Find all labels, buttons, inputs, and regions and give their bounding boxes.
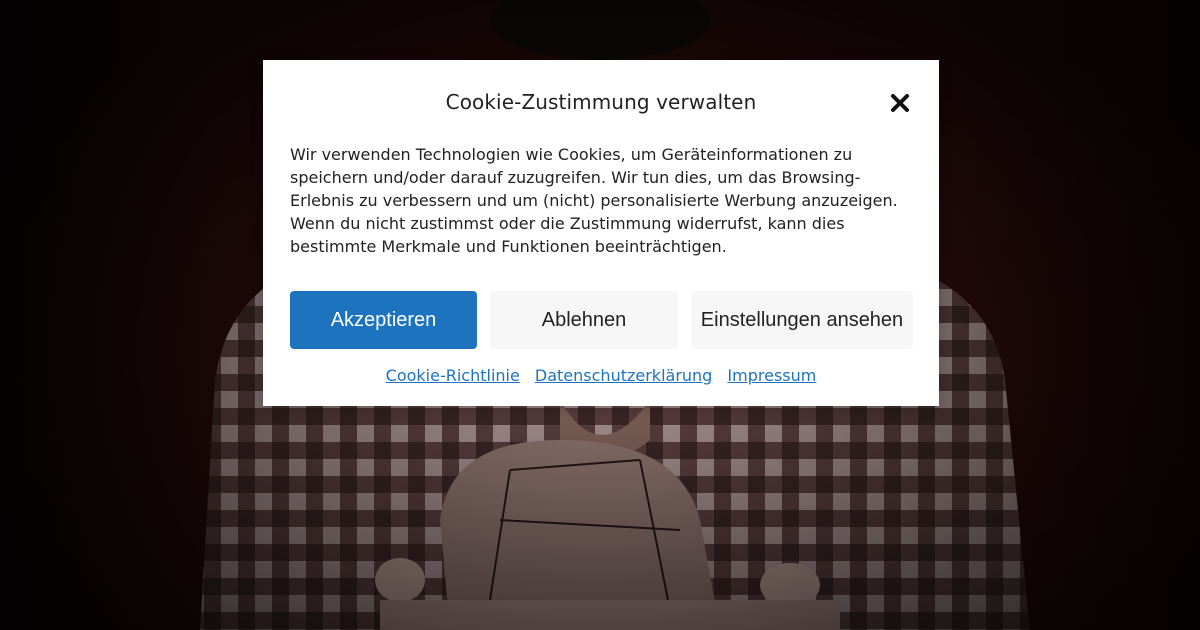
consent-description: Wir verwenden Technologien wie Cookies, …	[290, 145, 898, 256]
deny-button[interactable]: Ablehnen	[490, 291, 678, 349]
policy-links: Cookie-Richtlinie Datenschutzerklärung I…	[263, 366, 939, 385]
accept-button[interactable]: Akzeptieren	[290, 291, 477, 349]
cookie-consent-dialog: Cookie-Zustimmung verwalten Wir verwende…	[263, 60, 939, 406]
page-background: Cookie-Zustimmung verwalten Wir verwende…	[0, 0, 1200, 630]
privacy-policy-link[interactable]: Datenschutzerklärung	[535, 366, 712, 385]
cookie-policy-link[interactable]: Cookie-Richtlinie	[386, 366, 520, 385]
dialog-title: Cookie-Zustimmung verwalten	[445, 90, 757, 114]
view-settings-button[interactable]: Einstellungen ansehen	[691, 291, 913, 349]
imprint-link[interactable]: Impressum	[727, 366, 816, 385]
close-icon[interactable]	[885, 88, 915, 118]
